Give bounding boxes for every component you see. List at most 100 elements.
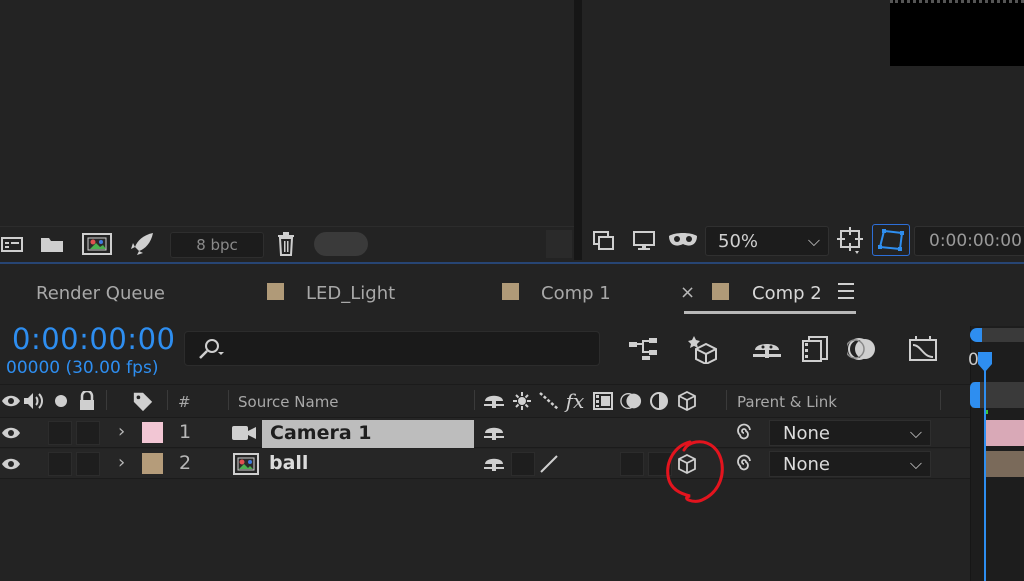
panel-divider[interactable] <box>574 0 582 260</box>
tab-comp-2[interactable]: Comp 2 <box>752 283 822 304</box>
zoom-value: 50% <box>718 230 759 252</box>
parent-value: None <box>783 454 830 475</box>
column-separator <box>940 390 941 410</box>
pick-whip-icon[interactable] <box>733 422 755 444</box>
3d-layer-icon[interactable] <box>676 390 698 412</box>
safe-zones-icon[interactable] <box>836 226 866 256</box>
graph-editor-icon[interactable] <box>906 334 940 364</box>
tab-led-light[interactable]: LED_Light <box>306 283 395 304</box>
eye-icon[interactable] <box>0 453 22 475</box>
layer-number: 1 <box>179 421 192 443</box>
layer-name: Camera 1 <box>270 422 372 444</box>
playhead-icon[interactable] <box>976 352 994 372</box>
solo-toggle[interactable] <box>48 421 72 445</box>
snapshot-icon[interactable] <box>590 228 618 254</box>
draft-3d-icon[interactable] <box>688 334 722 364</box>
tab-swatch-comp-2 <box>712 283 729 300</box>
lock-icon[interactable] <box>76 390 98 412</box>
frame-rate-readout: 00000 (30.00 fps) <box>6 358 159 378</box>
tab-swatch-led-light <box>267 283 284 300</box>
collapse-toggle[interactable] <box>511 452 535 476</box>
pick-whip-icon[interactable] <box>733 453 755 475</box>
tab-swatch-comp-1 <box>502 283 519 300</box>
monitor-icon[interactable] <box>630 228 658 254</box>
effects-fx-icon[interactable]: fx <box>564 389 586 413</box>
column-source-name[interactable]: Source Name <box>238 393 339 411</box>
lock-toggle[interactable] <box>76 421 100 445</box>
chevron-right-icon[interactable]: › <box>118 421 125 442</box>
layer-number: 2 <box>179 452 192 474</box>
project-panel <box>0 0 574 260</box>
region-of-interest-icon <box>878 229 904 251</box>
parent-dropdown[interactable]: None ⌵ <box>769 451 931 477</box>
eye-icon[interactable] <box>0 422 22 444</box>
tab-comp-1[interactable]: Comp 1 <box>541 283 611 304</box>
layer-label-color[interactable] <box>142 453 163 474</box>
mask-visibility-icon[interactable] <box>666 228 700 254</box>
solo-toggle[interactable] <box>48 452 72 476</box>
close-icon[interactable]: × <box>680 282 695 303</box>
composition-flowchart-icon[interactable] <box>626 334 660 364</box>
composition-preview <box>890 0 1024 66</box>
annotation-circle <box>666 440 724 503</box>
interpret-footage-icon[interactable] <box>0 232 26 256</box>
motion-blur-icon[interactable] <box>846 334 880 364</box>
column-separator <box>474 390 475 410</box>
column-separator <box>167 390 168 410</box>
parent-value: None <box>783 423 830 444</box>
active-tab-indicator <box>684 311 856 314</box>
column-separator <box>726 390 727 410</box>
shy-switch-icon[interactable] <box>483 390 505 412</box>
render-icon[interactable] <box>128 230 156 258</box>
thumbnail-size-slider[interactable] <box>314 232 368 256</box>
search-icon <box>199 339 224 359</box>
new-composition-icon[interactable] <box>80 231 114 257</box>
adjustment-layer-icon[interactable] <box>648 390 670 412</box>
shy-switch-icon[interactable] <box>483 453 505 475</box>
zoom-dropdown[interactable]: 50% ⌵ <box>705 226 829 256</box>
chevron-down-icon: ⌵ <box>909 454 922 473</box>
camera-icon <box>230 422 258 444</box>
panel-menu-icon[interactable] <box>838 283 854 299</box>
region-of-interest-button[interactable] <box>872 224 910 256</box>
current-time-display[interactable]: 0:00:00:00 <box>12 322 175 356</box>
quality-icon[interactable] <box>538 390 560 412</box>
motion-blur-toggle[interactable] <box>620 452 644 476</box>
layer-label-color[interactable] <box>142 422 163 443</box>
tab-render-queue[interactable]: Render Queue <box>36 283 165 304</box>
composition-layer-icon <box>232 453 260 475</box>
playhead-line[interactable] <box>984 356 986 581</box>
parent-dropdown[interactable]: None ⌵ <box>769 420 931 446</box>
column-number[interactable]: # <box>178 393 191 411</box>
delete-icon[interactable] <box>274 231 298 257</box>
time-navigator-handle[interactable] <box>970 382 980 408</box>
layer-search-input[interactable] <box>184 331 600 366</box>
shy-switch-icon[interactable] <box>483 422 505 444</box>
layer-name-field[interactable]: Camera 1 <box>262 420 474 448</box>
project-scrollbar[interactable] <box>546 230 572 258</box>
column-parent-link[interactable]: Parent & Link <box>737 393 837 411</box>
new-folder-icon[interactable] <box>38 232 66 256</box>
frame-blending-icon[interactable] <box>798 334 832 364</box>
layer-name[interactable]: ball <box>269 452 308 474</box>
column-separator <box>106 390 107 410</box>
hide-shy-layers-icon[interactable] <box>750 334 784 364</box>
quality-line-icon[interactable] <box>538 453 560 475</box>
audio-icon[interactable] <box>22 390 44 412</box>
chevron-right-icon[interactable]: › <box>118 452 125 473</box>
layer-duration-bar[interactable] <box>984 420 1024 446</box>
label-tag-icon[interactable] <box>132 390 154 412</box>
layer-duration-bar[interactable] <box>984 451 1024 477</box>
lock-toggle[interactable] <box>76 452 100 476</box>
solo-icon[interactable] <box>50 390 72 412</box>
bit-depth-button[interactable]: 8 bpc <box>170 232 264 258</box>
work-area-start-handle[interactable] <box>970 328 982 342</box>
collapse-transformations-icon[interactable] <box>511 390 533 412</box>
chevron-down-icon: ⌵ <box>909 423 922 442</box>
motion-blur-switch-icon[interactable] <box>620 390 642 412</box>
video-visibility-icon[interactable] <box>0 390 22 412</box>
frame-blend-switch-icon[interactable] <box>592 390 614 412</box>
chevron-down-icon: ⌵ <box>807 231 820 250</box>
column-separator <box>228 390 229 410</box>
viewer-timecode[interactable]: 0:00:00:00 <box>914 226 1024 256</box>
